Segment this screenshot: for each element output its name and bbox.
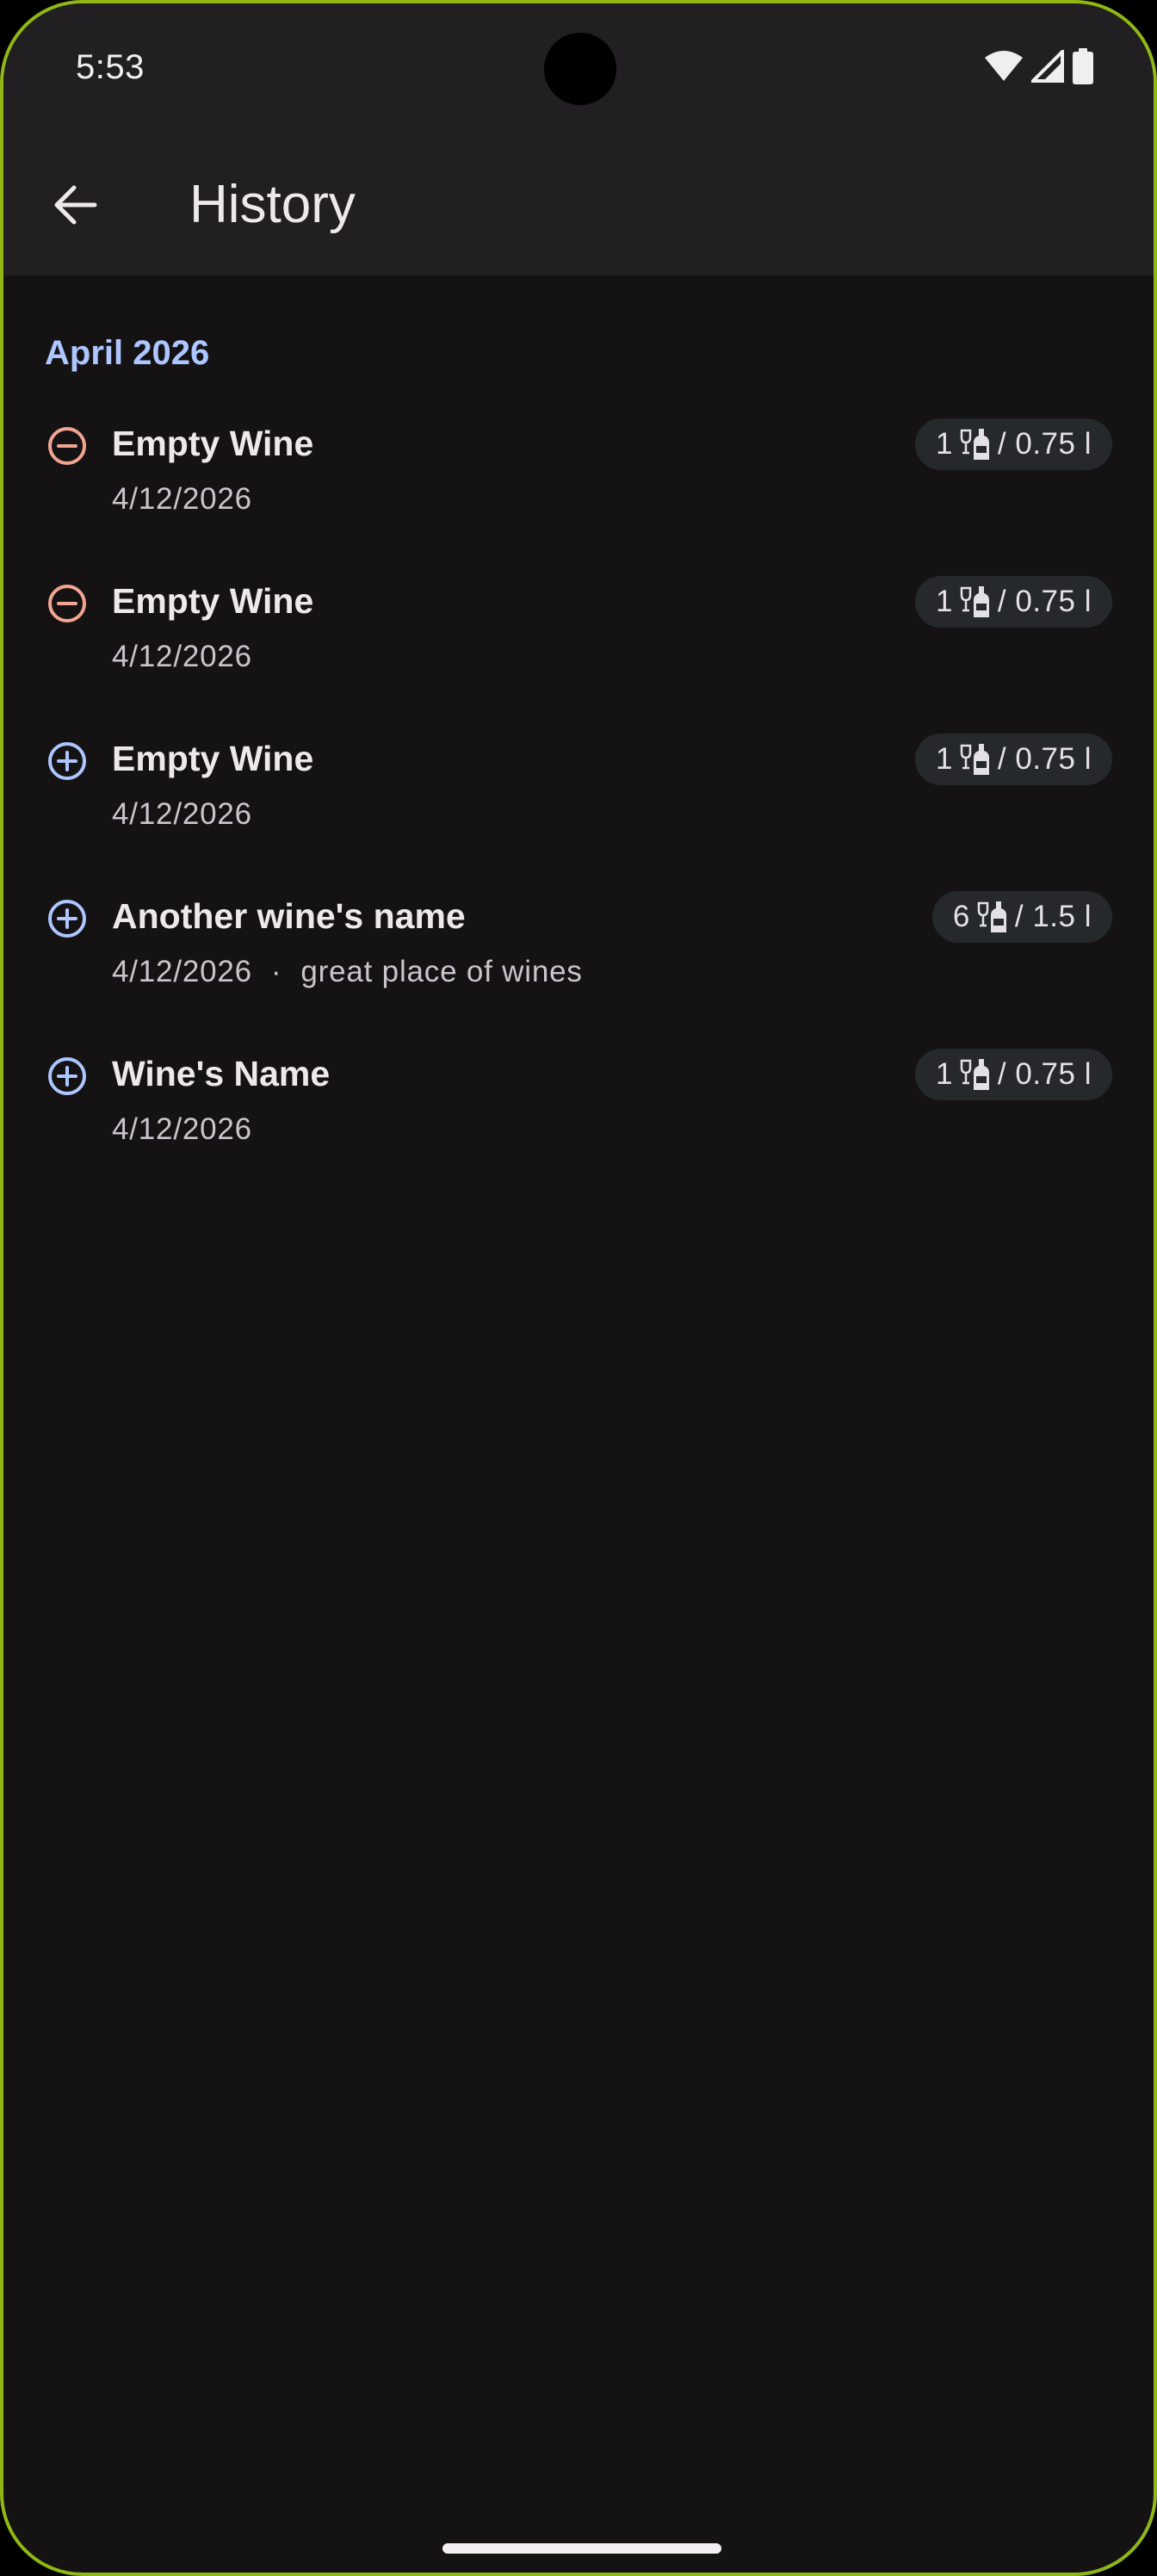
history-entry[interactable]: Empty Wine 4/12/2026 1 / 0.75 l bbox=[3, 715, 1154, 872]
entry-subtitle: 4/12/2026 bbox=[112, 797, 252, 832]
entry-subtitle: 4/12/2026 bbox=[112, 640, 252, 674]
badge-volume: / 1.5 l bbox=[1014, 900, 1092, 933]
entry-date: 4/12/2026 bbox=[112, 1112, 252, 1146]
history-entry[interactable]: Empty Wine 4/12/2026 1 / 0.75 l bbox=[3, 557, 1154, 715]
badge-volume: / 0.75 l bbox=[997, 742, 1092, 776]
badge-bottle-count: 6 bbox=[952, 900, 970, 933]
entry-subtitle: 4/12/2026 bbox=[112, 1112, 252, 1147]
plus-circle-icon bbox=[48, 742, 86, 780]
history-list: Empty Wine 4/12/2026 1 / 0.75 l Empty Wine 4/… bbox=[3, 399, 1154, 1187]
wine-bottle-glass-icon bbox=[960, 1059, 989, 1090]
minus-circle-icon bbox=[48, 427, 86, 465]
quantity-badge: 1 / 0.75 l bbox=[914, 1049, 1112, 1100]
entry-wine-name: Another wine's name bbox=[112, 896, 466, 936]
status-time: 5:53 bbox=[76, 48, 145, 86]
entry-date: 4/12/2026 bbox=[112, 797, 252, 831]
history-entry[interactable]: Empty Wine 4/12/2026 1 / 0.75 l bbox=[3, 399, 1154, 557]
page-title: History bbox=[189, 175, 356, 234]
camera-cutout bbox=[544, 33, 616, 105]
entry-date: 4/12/2026 bbox=[112, 955, 252, 988]
badge-volume: / 0.75 l bbox=[997, 585, 1092, 618]
back-button[interactable] bbox=[43, 172, 108, 238]
battery-icon bbox=[1073, 48, 1093, 84]
month-section-header: April 2026 bbox=[45, 334, 210, 372]
entry-wine-name: Empty Wine bbox=[112, 739, 314, 778]
minus-circle-icon bbox=[48, 585, 86, 622]
quantity-badge: 1 / 0.75 l bbox=[914, 576, 1112, 628]
wine-bottle-glass-icon bbox=[977, 901, 1006, 932]
signal-icon bbox=[1031, 50, 1064, 83]
quantity-badge: 1 / 0.75 l bbox=[914, 734, 1112, 785]
entry-wine-name: Empty Wine bbox=[112, 581, 314, 621]
badge-volume: / 0.75 l bbox=[997, 1057, 1092, 1091]
wine-bottle-glass-icon bbox=[960, 586, 989, 617]
top-app-bar: 5:53 History bbox=[3, 3, 1154, 276]
gesture-nav-handle[interactable] bbox=[442, 2543, 721, 2554]
plus-circle-icon bbox=[48, 900, 86, 938]
wine-bottle-glass-icon bbox=[960, 744, 989, 775]
badge-volume: / 0.75 l bbox=[997, 427, 1092, 461]
history-entry[interactable]: Another wine's name 4/12/2026 · great place… bbox=[3, 872, 1154, 1030]
quantity-badge: 6 / 1.5 l bbox=[931, 891, 1112, 943]
arrow-back-icon bbox=[54, 185, 97, 225]
separator-dot: · bbox=[270, 955, 282, 988]
badge-bottle-count: 1 bbox=[935, 427, 953, 461]
entry-date: 4/12/2026 bbox=[112, 640, 252, 673]
badge-bottle-count: 1 bbox=[935, 585, 953, 618]
plus-circle-icon bbox=[48, 1057, 86, 1095]
badge-bottle-count: 1 bbox=[935, 1057, 953, 1091]
entry-wine-name: Wine's Name bbox=[112, 1054, 331, 1093]
quantity-badge: 1 / 0.75 l bbox=[914, 418, 1112, 470]
entry-wine-name: Empty Wine bbox=[112, 424, 314, 463]
entry-place: great place of wines bbox=[300, 955, 583, 988]
wine-bottle-glass-icon bbox=[960, 429, 989, 460]
entry-subtitle: 4/12/2026 · great place of wines bbox=[112, 955, 583, 989]
device-frame: 5:53 History April 2026 Empty Wine 4/12/2… bbox=[0, 0, 1157, 2576]
badge-bottle-count: 1 bbox=[935, 742, 953, 776]
wifi-icon bbox=[985, 51, 1023, 81]
entry-date: 4/12/2026 bbox=[112, 482, 252, 516]
history-entry[interactable]: Wine's Name 4/12/2026 1 / 0.75 l bbox=[3, 1030, 1154, 1187]
entry-subtitle: 4/12/2026 bbox=[112, 482, 252, 517]
status-icons bbox=[985, 48, 1093, 84]
